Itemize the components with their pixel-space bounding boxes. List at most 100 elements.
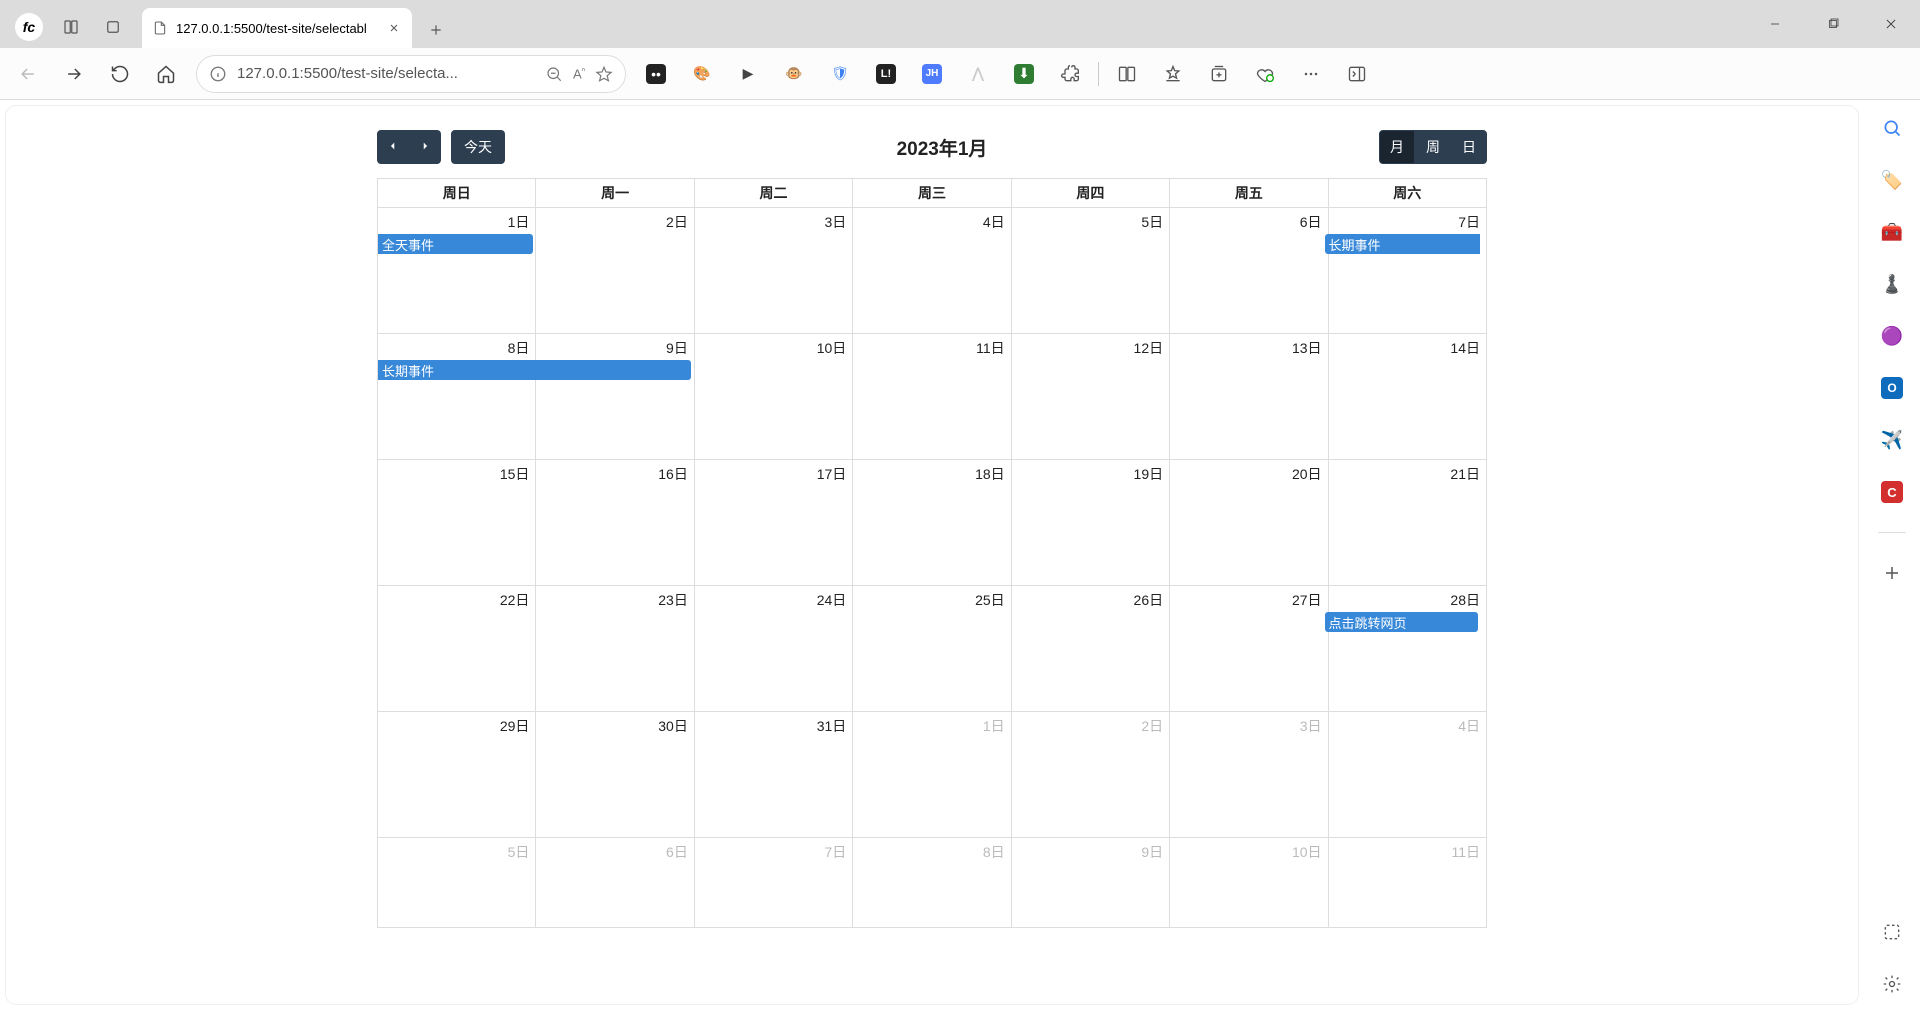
- calendar-day-cell[interactable]: 31日: [694, 712, 852, 838]
- view-month-button[interactable]: 月: [1379, 130, 1415, 164]
- day-number: 9日: [536, 334, 693, 360]
- calendar-day-cell[interactable]: 19日: [1011, 460, 1169, 586]
- extension-6[interactable]: L!: [864, 54, 908, 94]
- collections-button[interactable]: [1197, 54, 1241, 94]
- calendar-day-cell[interactable]: 13日: [1170, 334, 1328, 460]
- tab-close-button[interactable]: [386, 20, 402, 36]
- day-number: 18日: [853, 460, 1010, 486]
- extension-4[interactable]: 🐵: [772, 54, 816, 94]
- calendar-day-cell[interactable]: 18日: [853, 460, 1011, 586]
- chevron-left-icon: [388, 140, 398, 152]
- sidebar-office[interactable]: 🟣: [1880, 324, 1904, 348]
- text-size-indicator[interactable]: Aⁿ: [573, 65, 585, 81]
- sidebar-tools[interactable]: 🧰: [1880, 220, 1904, 244]
- calendar-day-cell[interactable]: 25日: [853, 586, 1011, 712]
- calendar-day-cell[interactable]: 17日: [694, 460, 852, 586]
- calendar-day-cell[interactable]: 27日: [1170, 586, 1328, 712]
- calendar-day-cell[interactable]: 21日: [1328, 460, 1486, 586]
- favorite-icon[interactable]: [595, 65, 613, 83]
- viewport-row: 今天 2023年1月 月 周 日: [0, 100, 1920, 1010]
- calendar-day-cell[interactable]: 8日: [853, 838, 1011, 928]
- calendar-day-cell[interactable]: 2日: [536, 208, 694, 334]
- sidebar-outlook[interactable]: O: [1880, 376, 1904, 400]
- extension-9[interactable]: ⬇: [1002, 54, 1046, 94]
- prev-button[interactable]: [377, 130, 409, 164]
- extension-3[interactable]: ▶: [726, 54, 770, 94]
- calendar-day-cell[interactable]: 3日: [694, 208, 852, 334]
- calendar-day-cell[interactable]: 7日: [1328, 208, 1486, 334]
- calendar-day-cell[interactable]: 8日长期事件: [378, 334, 536, 460]
- calendar-event[interactable]: 全天事件: [378, 234, 533, 254]
- tab-actions-button[interactable]: [92, 6, 134, 48]
- address-bar[interactable]: 127.0.0.1:5500/test-site/selecta... Aⁿ: [196, 55, 626, 93]
- sidebar-screenshot[interactable]: [1880, 920, 1904, 944]
- workspaces-button[interactable]: [50, 6, 92, 48]
- extension-7[interactable]: JH: [910, 54, 954, 94]
- calendar-day-cell[interactable]: 23日: [536, 586, 694, 712]
- calendar-day-cell[interactable]: 5日: [378, 838, 536, 928]
- calendar-day-cell[interactable]: 22日点击跳转网页: [378, 586, 536, 712]
- sidebar-toggle-button[interactable]: [1335, 54, 1379, 94]
- favorites-button[interactable]: [1151, 54, 1195, 94]
- calendar-day-cell[interactable]: 1日全天事件长期事件: [378, 208, 536, 334]
- calendar-day-cell[interactable]: 10日: [694, 334, 852, 460]
- window-close-button[interactable]: [1862, 0, 1920, 48]
- calendar-day-cell[interactable]: 9日: [536, 334, 694, 460]
- view-week-button[interactable]: 周: [1415, 130, 1451, 164]
- calendar-day-cell[interactable]: 15日: [378, 460, 536, 586]
- calendar-day-cell[interactable]: 7日: [694, 838, 852, 928]
- view-day-button[interactable]: 日: [1451, 130, 1487, 164]
- calendar-day-cell[interactable]: 20日: [1170, 460, 1328, 586]
- window-maximize-button[interactable]: [1804, 0, 1862, 48]
- calendar-day-cell[interactable]: 10日: [1170, 838, 1328, 928]
- calendar-day-cell[interactable]: 5日: [1011, 208, 1169, 334]
- calendar-day-cell[interactable]: 29日: [378, 712, 536, 838]
- profile-button[interactable]: fc: [8, 6, 50, 48]
- sidebar-add[interactable]: [1880, 561, 1904, 585]
- split-screen-button[interactable]: [1105, 54, 1149, 94]
- calendar-day-cell[interactable]: 4日: [853, 208, 1011, 334]
- extension-5[interactable]: 🛡: [818, 54, 862, 94]
- calendar-day-cell[interactable]: 9日: [1011, 838, 1169, 928]
- extension-2[interactable]: 🎨: [680, 54, 724, 94]
- sidebar-search[interactable]: [1880, 116, 1904, 140]
- calendar-day-cell[interactable]: 14日: [1328, 334, 1486, 460]
- calendar-day-cell[interactable]: 11日: [1328, 838, 1486, 928]
- next-button[interactable]: [409, 130, 441, 164]
- calendar-day-cell[interactable]: 30日: [536, 712, 694, 838]
- calendar-day-cell[interactable]: 12日: [1011, 334, 1169, 460]
- calendar-day-cell[interactable]: 3日: [1170, 712, 1328, 838]
- sidebar-settings[interactable]: [1880, 972, 1904, 996]
- browser-tab-active[interactable]: 127.0.0.1:5500/test-site/selectabl: [142, 8, 412, 48]
- nav-forward-button[interactable]: [52, 54, 96, 94]
- search-icon: [1882, 118, 1902, 138]
- sidebar-shopping[interactable]: 🏷️: [1880, 168, 1904, 192]
- nav-back-button[interactable]: [6, 54, 50, 94]
- today-button[interactable]: 今天: [451, 130, 505, 164]
- calendar-day-cell[interactable]: 26日: [1011, 586, 1169, 712]
- sidebar-games[interactable]: ♟️: [1880, 272, 1904, 296]
- calendar-day-cell[interactable]: 11日: [853, 334, 1011, 460]
- page-scroll[interactable]: 今天 2023年1月 月 周 日: [6, 106, 1858, 1004]
- play-icon: ▶: [738, 64, 758, 84]
- calendar-day-cell[interactable]: 16日: [536, 460, 694, 586]
- zoom-out-icon[interactable]: [545, 65, 563, 83]
- calendar-day-cell[interactable]: 6日: [1170, 208, 1328, 334]
- window-minimize-button[interactable]: [1746, 0, 1804, 48]
- more-button[interactable]: [1289, 54, 1333, 94]
- sidebar-app-c[interactable]: C: [1880, 480, 1904, 504]
- calendar-day-cell[interactable]: 1日: [853, 712, 1011, 838]
- extensions-button[interactable]: [1048, 54, 1092, 94]
- calendar-day-cell[interactable]: 2日: [1011, 712, 1169, 838]
- calendar-day-cell[interactable]: 6日: [536, 838, 694, 928]
- calendar-day-cell[interactable]: 4日: [1328, 712, 1486, 838]
- nav-refresh-button[interactable]: [98, 54, 142, 94]
- calendar-day-cell[interactable]: 28日: [1328, 586, 1486, 712]
- sidebar-send[interactable]: ✈️: [1880, 428, 1904, 452]
- new-tab-button[interactable]: [418, 12, 454, 48]
- performance-button[interactable]: [1243, 54, 1287, 94]
- extension-8[interactable]: ⋀: [956, 54, 1000, 94]
- extension-1[interactable]: ••: [634, 54, 678, 94]
- nav-home-button[interactable]: [144, 54, 188, 94]
- calendar-day-cell[interactable]: 24日: [694, 586, 852, 712]
